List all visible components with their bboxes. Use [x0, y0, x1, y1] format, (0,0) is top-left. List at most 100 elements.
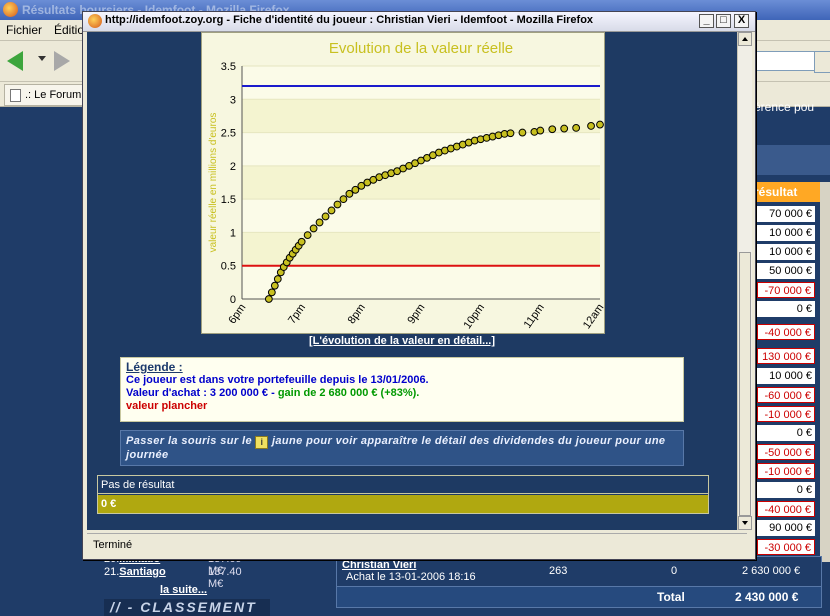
result-cell: 10 000 € — [757, 225, 815, 241]
data-point — [297, 237, 306, 246]
chart-title: Evolution de la valeur réelle — [329, 40, 513, 57]
chart-band — [242, 99, 600, 133]
y-tick-label: 2 — [230, 161, 236, 173]
data-point — [536, 126, 545, 135]
legend-title: Légende : — [126, 360, 183, 374]
player-purchase-date: Achat le 13-01-2006 18:16 — [346, 571, 476, 583]
page-icon — [10, 88, 21, 102]
y-axis-label: valeur réelle en millions d'euros — [208, 113, 219, 253]
result-cell: -30 000 € — [757, 539, 815, 555]
total-value: 2 430 000 € — [735, 590, 799, 604]
x-tick-label: 9pm — [405, 302, 427, 326]
data-point — [303, 231, 312, 239]
legend-gain-text: gain de 2 680 000 € (+83%). — [277, 387, 420, 399]
result-cell: 0 € — [757, 301, 815, 317]
popup-scrollbar[interactable] — [737, 32, 752, 530]
y-tick-label: 3.5 — [221, 61, 236, 73]
chart-band — [242, 199, 600, 233]
legend-purchase-text: Valeur d'achat : 3 200 000 € - — [126, 387, 278, 399]
x-tick-label: 8pm — [346, 302, 368, 326]
total-label: Total — [657, 590, 685, 604]
data-point — [560, 124, 569, 133]
popup-content: 0 0.5 1 1.5 2 2.5 3 3.5 6pm 7pm 8pm 9pm 10pm 11pm 12am… — [87, 32, 737, 530]
result-cell: 10 000 € — [757, 244, 815, 260]
player-dividends: 0 — [671, 565, 678, 577]
forward-arrow-icon[interactable] — [54, 51, 70, 71]
legend-floor-value: valeur plancher — [126, 400, 208, 412]
maximize-button[interactable]: □ — [716, 14, 731, 28]
data-point — [587, 122, 595, 130]
legend-purchase-value: Valeur d'achat : 3 200 000 € - gain de 2… — [126, 387, 678, 400]
result-cell: 0 € — [757, 482, 815, 498]
dividend-info-box: Passer la souris sur le i jaune pour voi… — [120, 430, 684, 466]
result-cell: -10 000 € — [757, 463, 815, 479]
search-input[interactable] — [752, 51, 818, 71]
menu-fichier[interactable]: Fichier — [6, 23, 42, 37]
data-point — [572, 124, 581, 132]
y-tick-label: 0.5 — [221, 261, 236, 273]
result-cell: 70 000 € — [757, 206, 815, 222]
data-point — [333, 200, 342, 209]
scroll-down-button[interactable] — [738, 516, 752, 530]
player-popup-window: http://idemfoot.zoy.org - Fiche d'identi… — [82, 11, 756, 560]
x-tick-label: 12am — [581, 302, 604, 331]
value-chart: 0 0.5 1 1.5 2 2.5 3 3.5 6pm 7pm 8pm 9pm 10pm 11pm 12am… — [201, 32, 605, 334]
firefox-icon — [3, 2, 18, 17]
status-text: Terminé — [93, 539, 133, 551]
portfolio-table: Christian Vieri Achat le 13-01-2006 18:1… — [336, 556, 822, 608]
data-point — [548, 125, 557, 134]
popup-title: http://idemfoot.zoy.org - Fiche d'identi… — [105, 14, 594, 26]
close-button[interactable]: X — [734, 14, 749, 28]
data-point — [351, 185, 360, 194]
player-value: 2 630 000 € — [742, 565, 801, 577]
data-point — [506, 129, 515, 138]
legend-box: Légende : Ce joueur est dans votre porte… — [120, 357, 684, 422]
info-icon[interactable]: i — [255, 436, 269, 449]
data-point — [518, 128, 527, 137]
y-tick-label: 3 — [230, 94, 236, 106]
result-cell: -50 000 € — [757, 444, 815, 460]
status-bar: Terminé — [87, 533, 747, 554]
data-point — [345, 189, 354, 198]
x-tick-label: 7pm — [286, 302, 308, 326]
data-point — [267, 288, 276, 297]
ranking-name-link[interactable]: Santiago — [119, 566, 165, 578]
minimize-button[interactable]: _ — [699, 14, 714, 28]
scroll-up-button[interactable] — [738, 32, 752, 46]
firefox-icon — [88, 14, 102, 28]
result-table: Pas de résultat 0 € — [97, 475, 709, 514]
x-tick-label: 11pm — [522, 302, 547, 331]
y-tick-label: 1 — [230, 227, 236, 239]
x-tick-label: 10pm — [462, 302, 488, 331]
result-cell: -70 000 € — [757, 282, 815, 298]
y-tick-label: 1.5 — [221, 194, 236, 206]
chart-detail-link[interactable]: [L'évolution de la valeur en détail...] — [87, 335, 717, 347]
data-point — [273, 275, 282, 283]
suite-link[interactable]: la suite... — [160, 584, 207, 596]
data-point — [270, 281, 279, 290]
result-cell: -40 000 € — [757, 324, 815, 340]
classement-banner: // - CLASSEMENT — [104, 599, 270, 616]
result-cell: 50 000 € — [757, 263, 815, 279]
legend-portfolio-date: Ce joueur est dans votre portefeuille de… — [126, 374, 429, 386]
data-point — [339, 195, 348, 204]
player-quantity: 263 — [549, 565, 568, 577]
background-scrollbar[interactable] — [820, 182, 830, 562]
data-point — [309, 224, 318, 233]
popup-titlebar[interactable]: http://idemfoot.zoy.org - Fiche d'identi… — [83, 12, 755, 32]
back-history-dropdown-icon[interactable] — [38, 56, 46, 61]
search-dropdown-button[interactable] — [814, 51, 830, 73]
ranking-panel: 20.Milkado 137.69 M€ 21.Santiago 137.40 … — [104, 553, 274, 616]
data-point — [264, 295, 273, 303]
ranking-value: 137.40 M€ — [208, 566, 242, 590]
data-point — [321, 212, 330, 221]
chart-band — [242, 265, 600, 299]
data-point — [315, 218, 324, 227]
result-column-header: résultat — [748, 182, 830, 202]
result-cell: 130 000 € — [757, 348, 815, 364]
player-name-link[interactable]: Christian Vieri — [342, 559, 416, 571]
result-cell: -10 000 € — [757, 406, 815, 422]
back-arrow-icon[interactable] — [7, 51, 23, 71]
tab-forum[interactable]: .: Le Forum — [4, 84, 86, 106]
scroll-thumb[interactable] — [739, 252, 751, 516]
